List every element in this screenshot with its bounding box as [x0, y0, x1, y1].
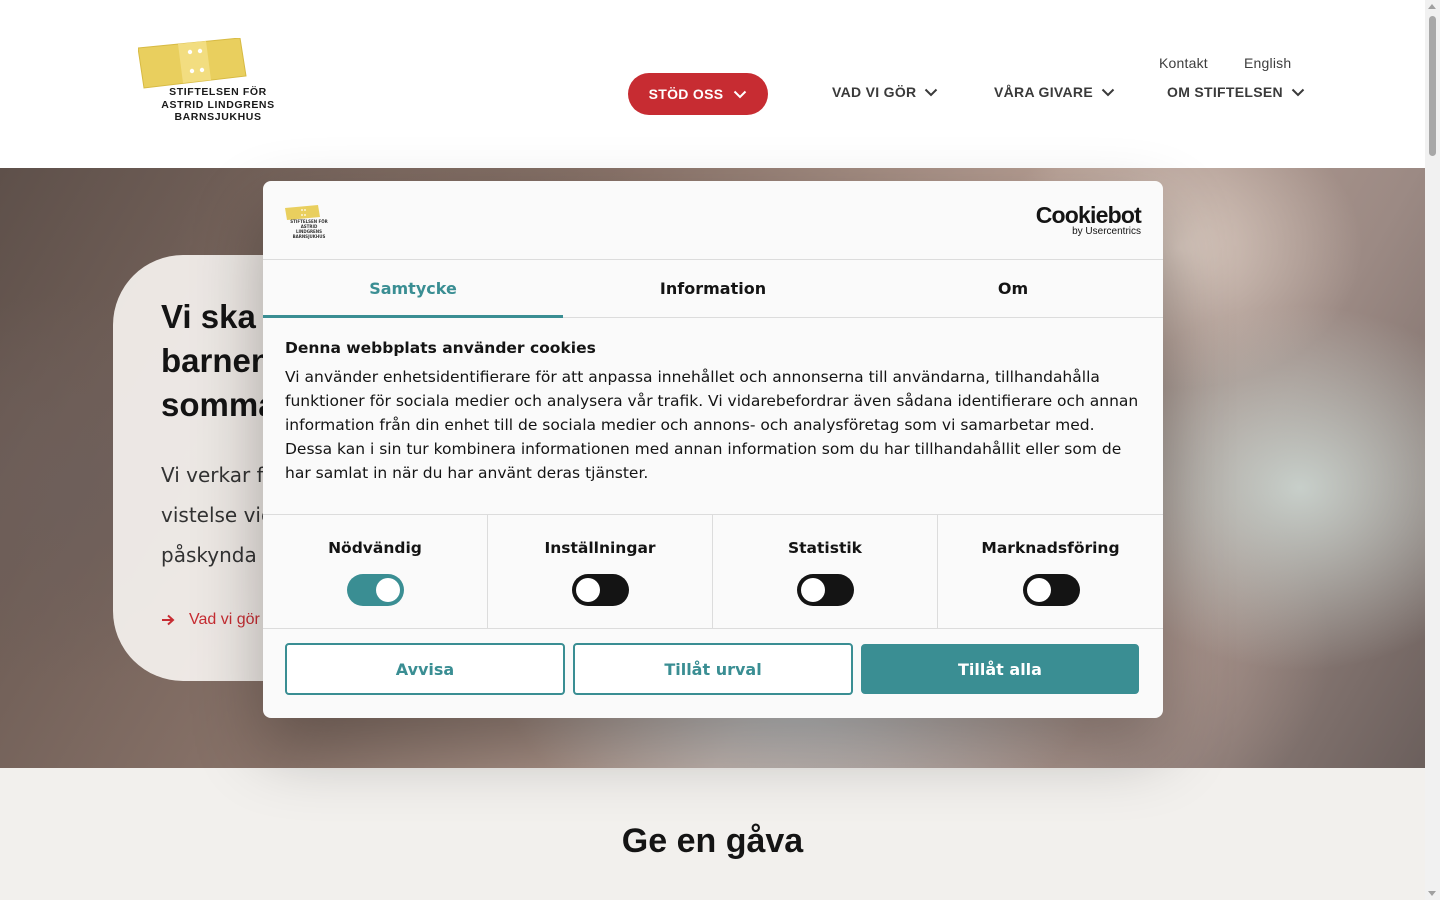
allow-all-button[interactable]: Tillåt alla [861, 644, 1139, 694]
statistics-switch[interactable] [797, 574, 854, 606]
marketing-switch[interactable] [1022, 574, 1080, 606]
support-button[interactable]: STÖD OSS [628, 73, 768, 115]
scroll-thumb[interactable] [1429, 16, 1436, 156]
toggle-statistics: Statistik [713, 515, 938, 628]
cookiebot-wordmark: Cookiebot [1035, 202, 1142, 228]
chevron-down-icon [925, 88, 938, 96]
toggle-label: Nödvändig [328, 539, 422, 557]
dialog-description: Vi använder enhetsidentifierare för att … [285, 368, 1139, 482]
nav-item-about[interactable]: OM STIFTELSEN [1167, 84, 1305, 100]
dialog-logo-text: STIFTELSEN FÖR ASTRID LINDGRENS BARNSJUK… [290, 219, 328, 239]
page-scrollbar[interactable] [1425, 0, 1440, 900]
tab-about[interactable]: Om [863, 259, 1163, 317]
necessary-switch[interactable] [347, 574, 404, 606]
english-link[interactable]: English [1244, 55, 1291, 71]
hero-link-label: Vad vi gör [189, 611, 260, 628]
site-header: STIFTELSEN FÖR ASTRID LINDGRENS BARNSJUK… [0, 0, 1425, 168]
scroll-up-arrow-icon[interactable] [1428, 4, 1436, 9]
cookie-consent-dialog: STIFTELSEN FÖR ASTRID LINDGRENS BARNSJUK… [263, 181, 1163, 718]
toggle-marketing: Marknadsföring [938, 515, 1163, 628]
nav-item-donors[interactable]: VÅRA GIVARE [994, 84, 1115, 100]
gift-section: Ge en gåva [0, 768, 1425, 900]
arrow-right-icon [162, 614, 175, 626]
switch-knob [576, 578, 600, 602]
tab-information[interactable]: Information [563, 259, 863, 317]
nav-item-what-we-do[interactable]: VAD VI GÖR [832, 84, 938, 100]
dialog-header: STIFTELSEN FÖR ASTRID LINDGRENS BARNSJUK… [263, 181, 1163, 260]
dialog-body: Denna webbplats använder cookies Vi anvä… [285, 339, 1145, 485]
nav-label: VAD VI GÖR [832, 84, 917, 100]
toggle-preferences: Inställningar [488, 515, 713, 628]
allow-selection-button[interactable]: Tillåt urval [573, 643, 853, 695]
contact-link[interactable]: Kontakt [1159, 55, 1208, 71]
chevron-down-icon [1291, 88, 1305, 96]
toggle-label: Inställningar [544, 539, 656, 557]
nav-label: VÅRA GIVARE [994, 84, 1093, 100]
switch-knob [1026, 578, 1051, 602]
cookiebot-byline: by Usercentrics [1072, 226, 1141, 237]
consent-toggles: Nödvändig Inställningar Statistik Markna… [263, 514, 1163, 629]
toggle-label: Marknadsföring [981, 539, 1120, 557]
dialog-heading: Denna webbplats använder cookies [285, 339, 596, 357]
tab-consent[interactable]: Samtycke [263, 259, 563, 318]
plaster-logo-icon [138, 38, 247, 89]
toggle-label: Statistik [787, 539, 862, 557]
logo-text: STIFTELSEN FÖR ASTRID LINDGRENS BARNSJUK… [161, 86, 275, 123]
nav-label: OM STIFTELSEN [1167, 84, 1283, 100]
dialog-site-logo: STIFTELSEN FÖR ASTRID LINDGRENS BARNSJUK… [285, 205, 333, 239]
toggle-necessary: Nödvändig [263, 515, 488, 628]
switch-knob [801, 578, 825, 602]
support-button-label: STÖD OSS [648, 86, 724, 102]
scroll-down-arrow-icon[interactable] [1428, 891, 1436, 896]
chevron-down-icon [1101, 88, 1115, 96]
chevron-down-icon [734, 90, 747, 98]
preferences-switch[interactable] [572, 574, 629, 606]
gift-section-title: Ge en gåva [621, 822, 804, 860]
switch-knob [376, 578, 400, 602]
cookiebot-brand[interactable]: Cookiebot by Usercentrics [1035, 202, 1142, 237]
deny-button[interactable]: Avvisa [285, 643, 565, 695]
hero-link[interactable]: Vad vi gör [161, 611, 260, 629]
site-logo[interactable]: STIFTELSEN FÖR ASTRID LINDGRENS BARNSJUK… [138, 38, 278, 128]
dialog-tabs: Samtycke Information Om [263, 259, 1163, 318]
